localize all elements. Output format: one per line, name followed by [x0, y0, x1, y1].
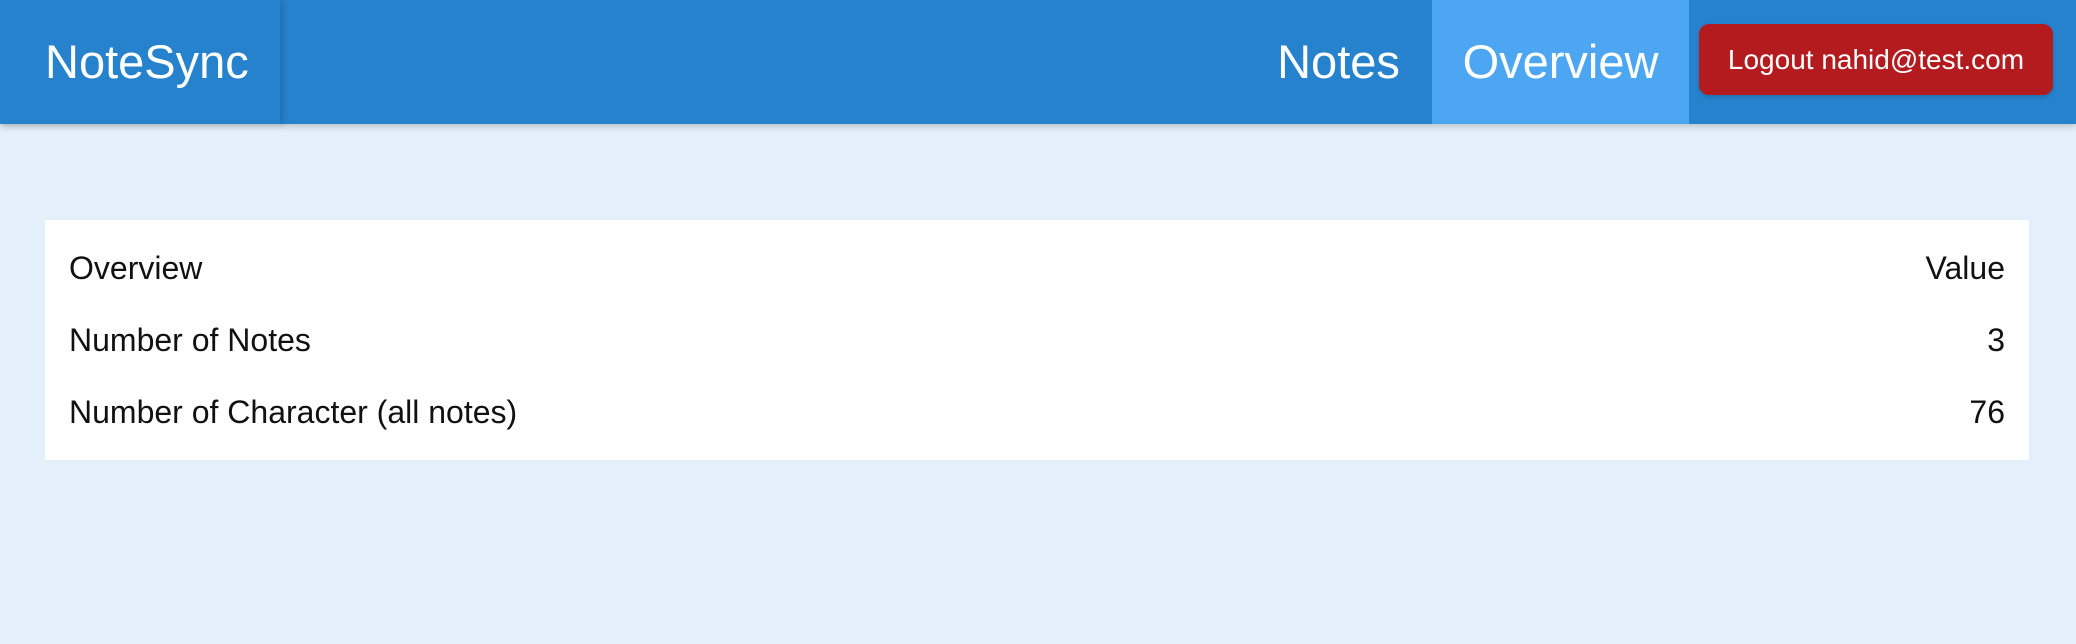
table-header-row: Overview Value — [69, 232, 2005, 304]
logout-button[interactable]: Logout nahid@test.com — [1699, 24, 2053, 95]
nav-link-notes[interactable]: Notes — [1245, 0, 1432, 124]
row-value: 3 — [1987, 321, 2005, 358]
column-header-value: Value — [1925, 249, 2005, 286]
row-label: Number of Notes — [69, 321, 311, 358]
table-row: Number of Character (all notes) 76 — [69, 376, 2005, 448]
row-label: Number of Character (all notes) — [69, 393, 518, 430]
column-header-overview: Overview — [69, 249, 203, 286]
brand-logo[interactable]: NoteSync — [0, 0, 280, 124]
row-value: 76 — [1969, 393, 2005, 430]
nav-link-overview[interactable]: Overview — [1432, 0, 1689, 124]
navbar: NoteSync Notes Overview Logout nahid@tes… — [0, 0, 2076, 124]
overview-table: Overview Value Number of Notes 3 Number … — [45, 220, 2029, 460]
table-row: Number of Notes 3 — [69, 304, 2005, 376]
